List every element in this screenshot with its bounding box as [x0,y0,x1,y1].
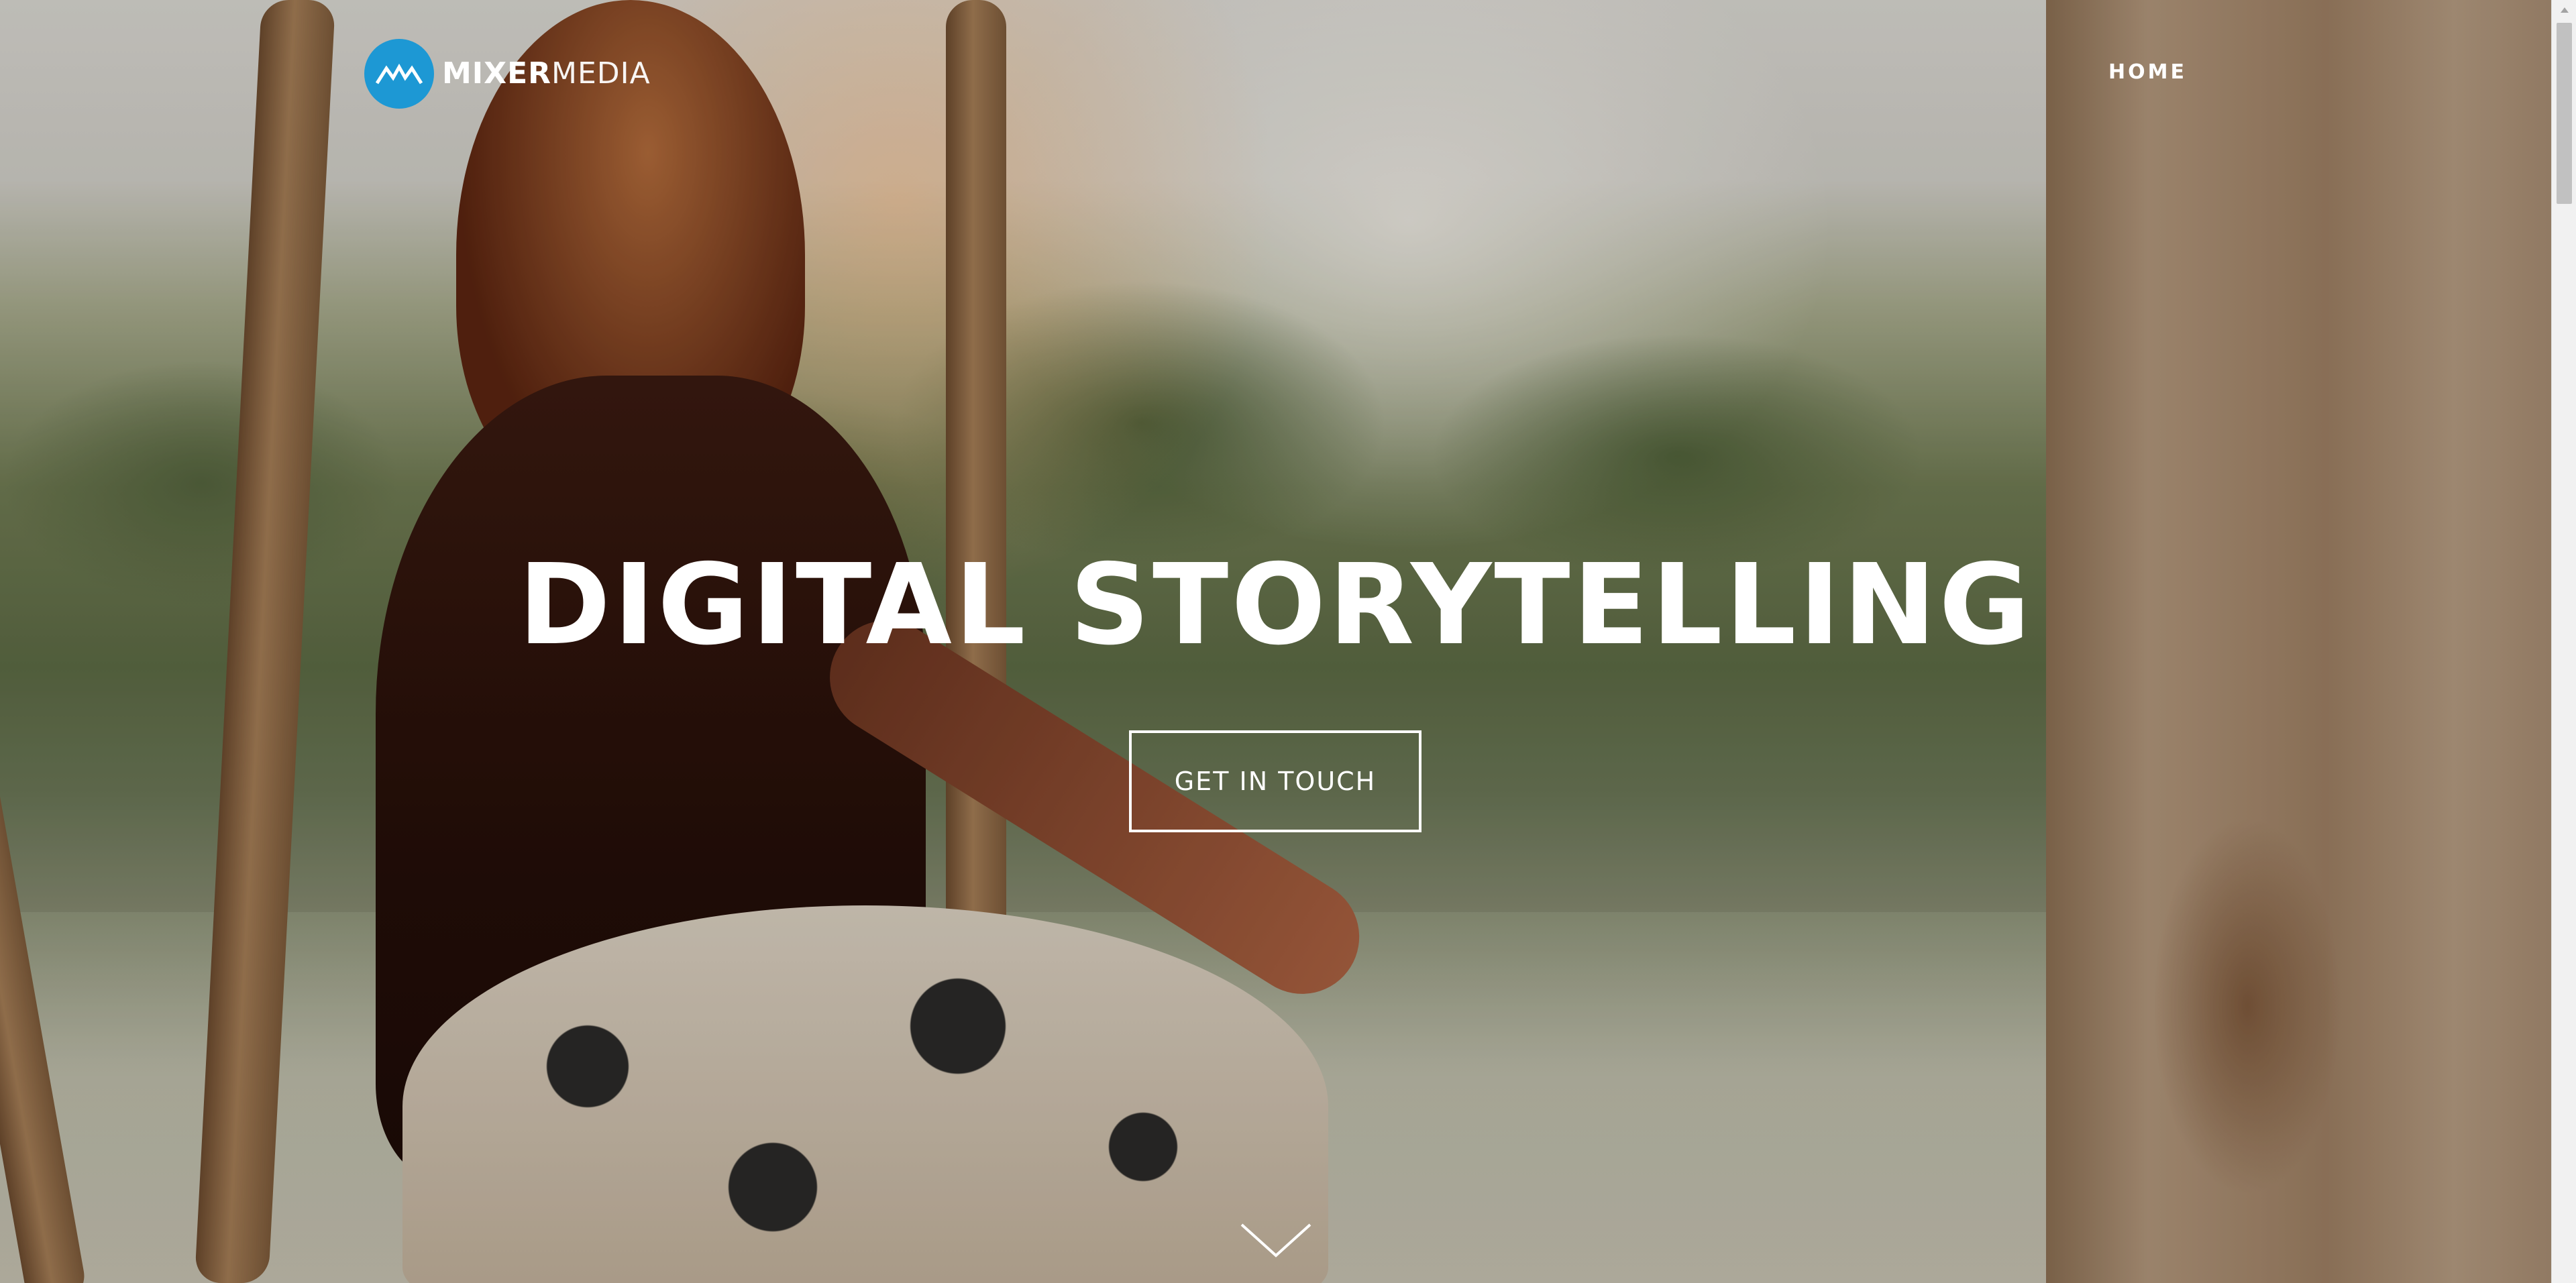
chevron-down-icon[interactable] [1239,1221,1313,1261]
nav-home-link[interactable]: HOME [2108,60,2187,84]
logo-text-light: MEDIA [551,56,651,91]
mountain-m-icon [364,39,434,109]
site-logo-text: MIXERMEDIA [442,59,651,89]
get-in-touch-button[interactable]: GET IN TOUCH [1129,730,1421,832]
hero-section: MIXERMEDIA HOME DIGITAL STORYTELLING GET… [0,0,2551,1283]
page-scrollbar[interactable] [2551,0,2576,1283]
hero-headline: DIGITAL STORYTELLING [518,541,2033,670]
site-logo-link[interactable]: MIXERMEDIA [364,39,651,109]
scroll-up-arrow-icon[interactable] [2552,0,2576,20]
logo-text-bold: MIXER [442,56,552,91]
scrollbar-thumb[interactable] [2557,23,2572,204]
